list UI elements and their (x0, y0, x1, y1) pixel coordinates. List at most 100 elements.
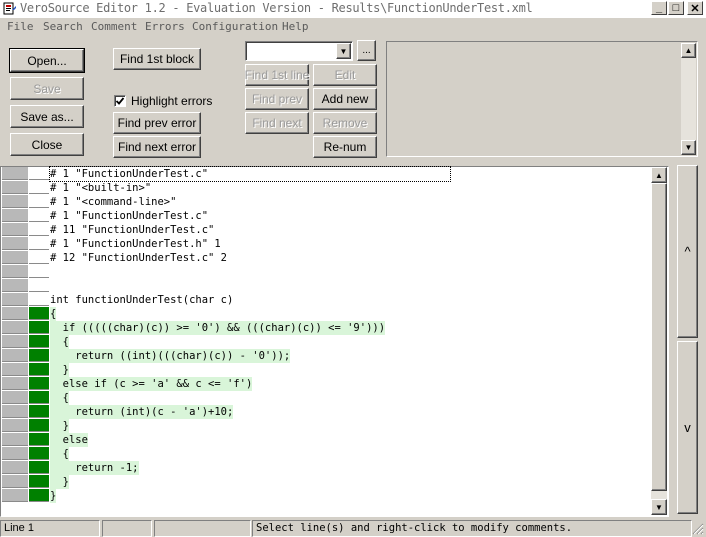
code-line[interactable]: return -1; (50, 461, 139, 475)
menu-help[interactable]: Help (282, 20, 309, 33)
editor-scroll-down-icon[interactable]: ▼ (651, 499, 667, 515)
code-line[interactable]: } (50, 419, 69, 433)
open-button[interactable]: Open... (9, 48, 85, 73)
line-marker[interactable] (29, 461, 49, 474)
code-line[interactable]: # 1 "FunctionUnderTest.c" (49, 166, 451, 182)
line-marker[interactable] (29, 181, 49, 194)
code-line[interactable]: { (50, 391, 69, 405)
line-marker[interactable] (29, 237, 49, 250)
line-gutter[interactable] (2, 293, 28, 306)
line-gutter[interactable] (2, 391, 28, 404)
code-line[interactable]: # 1 "FunctionUnderTest.h" 1 (50, 237, 221, 251)
line-marker[interactable] (29, 363, 49, 376)
browse-button[interactable]: ... (357, 40, 376, 61)
scroll-up-icon[interactable]: ▲ (681, 43, 696, 58)
find-next-error-button[interactable]: Find next error (113, 136, 201, 158)
add-new-button[interactable]: Add new (313, 88, 377, 110)
line-gutter[interactable] (2, 377, 28, 390)
remove-button[interactable]: Remove (313, 112, 377, 134)
line-gutter[interactable] (2, 321, 28, 334)
line-gutter[interactable] (2, 279, 28, 292)
code-line[interactable]: } (50, 475, 69, 489)
line-gutter[interactable] (2, 419, 28, 432)
comment-combo[interactable]: ▼ (245, 41, 353, 61)
line-gutter[interactable] (2, 223, 28, 236)
code-line[interactable]: else if (c >= 'a' && c <= 'f') (50, 377, 253, 391)
line-marker[interactable] (29, 293, 49, 306)
menu-comment[interactable]: Comment (91, 20, 137, 33)
line-marker[interactable] (29, 279, 49, 292)
code-line[interactable]: if (((((char)(c)) >= '0') && (((char)(c)… (50, 321, 386, 335)
menu-configuration[interactable]: Configuration (192, 20, 278, 33)
code-line[interactable]: # 11 "FunctionUnderTest.c" (50, 223, 214, 237)
nav-down-button[interactable]: v (677, 341, 698, 514)
editor-scroll-thumb[interactable] (651, 183, 667, 491)
line-marker[interactable] (29, 321, 49, 334)
highlight-errors-checkbox[interactable] (114, 95, 126, 107)
line-marker[interactable] (29, 223, 49, 236)
line-marker[interactable] (29, 377, 49, 390)
line-marker[interactable] (29, 489, 49, 502)
line-marker[interactable] (29, 209, 49, 222)
line-gutter[interactable] (2, 237, 28, 250)
line-marker[interactable] (29, 419, 49, 432)
line-gutter[interactable] (2, 251, 28, 264)
line-gutter[interactable] (2, 475, 28, 488)
code-line[interactable]: return (int)(c - 'a')+10; (50, 405, 234, 419)
find-prev-button[interactable]: Find prev (245, 88, 309, 110)
close-window-button[interactable]: ✕ (687, 1, 703, 15)
comment-text-area[interactable]: ▲ ▼ (386, 41, 698, 157)
line-gutter[interactable] (2, 335, 28, 348)
line-marker[interactable] (29, 335, 49, 348)
line-gutter[interactable] (2, 265, 28, 278)
code-line[interactable]: else (50, 433, 88, 447)
line-gutter[interactable] (2, 461, 28, 474)
code-line[interactable]: { (50, 307, 57, 321)
code-line[interactable]: return ((int)(((char)(c)) - '0')); (50, 349, 291, 363)
edit-button[interactable]: Edit (313, 64, 377, 86)
code-line[interactable]: # 1 "FunctionUnderTest.c" (50, 209, 208, 223)
line-marker[interactable] (29, 195, 49, 208)
code-line[interactable]: # 1 "<built-in>" (50, 181, 151, 195)
code-line[interactable]: # 12 "FunctionUnderTest.c" 2 (50, 251, 227, 265)
line-marker[interactable] (29, 433, 49, 446)
line-gutter[interactable] (2, 433, 28, 446)
line-gutter[interactable] (2, 181, 28, 194)
line-marker[interactable] (29, 475, 49, 488)
code-line[interactable]: int functionUnderTest(char c) (50, 293, 233, 307)
line-gutter[interactable] (2, 447, 28, 460)
menu-errors[interactable]: Errors (145, 20, 185, 33)
line-marker[interactable] (29, 265, 49, 278)
code-line[interactable]: { (50, 335, 69, 349)
close-file-button[interactable]: Close (10, 133, 84, 156)
find-prev-error-button[interactable]: Find prev error (113, 112, 201, 134)
line-gutter[interactable] (2, 489, 28, 502)
line-marker[interactable] (29, 391, 49, 404)
code-line[interactable]: } (50, 489, 57, 503)
line-marker[interactable] (29, 307, 49, 320)
line-marker[interactable] (29, 349, 49, 362)
save-as-button[interactable]: Save as... (10, 105, 84, 128)
nav-up-button[interactable]: ^ (677, 165, 698, 338)
comment-scrollbar[interactable]: ▲ ▼ (681, 43, 696, 155)
find-next-button[interactable]: Find next (245, 112, 309, 134)
menu-file[interactable]: File (7, 20, 34, 33)
line-gutter[interactable] (2, 195, 28, 208)
line-gutter[interactable] (2, 363, 28, 376)
menu-search[interactable]: Search (43, 20, 83, 33)
editor-scroll-up-icon[interactable]: ▲ (651, 167, 667, 183)
line-gutter[interactable] (2, 167, 28, 180)
find-1st-block-button[interactable]: Find 1st block (113, 48, 201, 70)
line-gutter[interactable] (2, 209, 28, 222)
code-line[interactable]: # 1 "<command-line>" (50, 195, 176, 209)
find-1st-line-button[interactable]: Find 1st line (245, 64, 309, 86)
renum-button[interactable]: Re-num (313, 136, 377, 158)
line-gutter[interactable] (2, 307, 28, 320)
combo-dropdown-icon[interactable]: ▼ (336, 43, 351, 59)
line-marker[interactable] (29, 167, 49, 180)
line-marker[interactable] (29, 447, 49, 460)
resize-grip-icon[interactable] (692, 523, 704, 535)
line-marker[interactable] (29, 251, 49, 264)
save-button[interactable]: Save (10, 77, 84, 100)
scroll-down-icon[interactable]: ▼ (681, 140, 696, 155)
